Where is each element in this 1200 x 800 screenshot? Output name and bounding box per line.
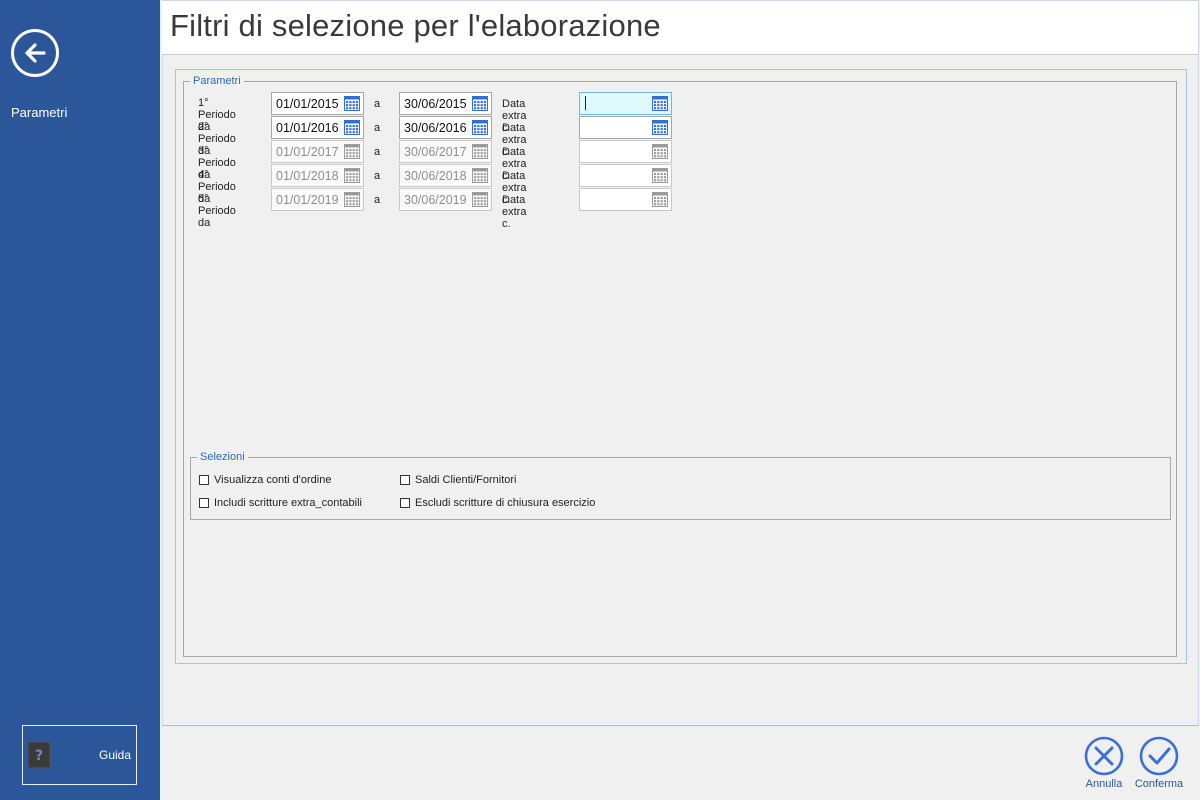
calendar-icon[interactable] [344,192,360,207]
checkbox-label: Saldi Clienti/Fornitori [415,474,517,486]
checkbox-visualizza-conti-ordine[interactable]: Visualizza conti d'ordine [199,474,331,486]
period-separator: a [374,194,381,206]
calendar-icon[interactable] [344,96,360,111]
period-to-input[interactable]: 30/06/2015 [399,92,492,115]
calendar-icon[interactable] [344,144,360,159]
period-from-value: 01/01/2019 [276,193,339,207]
calendar-icon[interactable] [344,120,360,135]
help-book-icon: ? [27,741,51,769]
period-separator: a [374,122,381,134]
calendar-icon[interactable] [472,144,488,159]
period-separator: a [374,98,381,110]
period-to-value: 30/06/2016 [404,121,467,135]
extra-date-label: Data extra c. [502,194,527,230]
checkbox-includi-scritture-extra[interactable]: Includi scritture extra_contabili [199,497,362,509]
extra-date-input[interactable] [579,92,672,115]
period-to-value: 30/06/2015 [404,97,467,111]
checkbox-box[interactable] [400,475,410,485]
period-to-value: 30/06/2019 [404,193,467,207]
calendar-icon[interactable] [652,192,668,207]
extra-date-input[interactable] [579,164,672,187]
extra-date-input[interactable] [579,188,672,211]
selezioni-group: Selezioni [190,451,1171,520]
period-label: 5° Periodo da [198,193,236,229]
period-separator: a [374,146,381,158]
conferma-button[interactable]: Conferma [1134,736,1184,792]
checkbox-box[interactable] [199,475,209,485]
confirm-check-icon [1139,736,1179,776]
calendar-icon[interactable] [472,168,488,183]
calendar-icon[interactable] [472,120,488,135]
period-to-value: 30/06/2018 [404,169,467,183]
period-from-value: 01/01/2018 [276,169,339,183]
period-to-input[interactable]: 30/06/2016 [399,116,492,139]
svg-text:?: ? [35,748,43,764]
period-from-value: 01/01/2016 [276,121,339,135]
back-button[interactable] [11,29,59,77]
period-to-value: 30/06/2017 [404,145,467,159]
period-from-input[interactable]: 01/01/2017 [271,140,364,163]
calendar-icon[interactable] [652,96,668,111]
calendar-icon[interactable] [652,144,668,159]
calendar-icon[interactable] [652,120,668,135]
period-from-input[interactable]: 01/01/2019 [271,188,364,211]
sidebar-item-parametri[interactable]: Parametri [11,105,67,120]
calendar-icon[interactable] [472,96,488,111]
period-separator: a [374,170,381,182]
checkbox-saldi-clienti-fornitori[interactable]: Saldi Clienti/Fornitori [400,474,516,486]
parametri-legend: Parametri [193,75,241,87]
calendar-icon[interactable] [472,192,488,207]
checkbox-label: Includi scritture extra_contabili [214,497,362,509]
title-bar: Filtri di selezione per l'elaborazione [162,0,1199,55]
checkbox-box[interactable] [199,498,209,508]
checkbox-escludi-scritture-chiusura[interactable]: Escludi scritture di chiusura esercizio [400,497,595,509]
calendar-icon[interactable] [344,168,360,183]
checkbox-label: Visualizza conti d'ordine [214,474,332,486]
period-to-input[interactable]: 30/06/2018 [399,164,492,187]
calendar-icon[interactable] [652,168,668,183]
period-from-value: 01/01/2015 [276,97,339,111]
period-to-input[interactable]: 30/06/2017 [399,140,492,163]
period-from-input[interactable]: 01/01/2016 [271,116,364,139]
cancel-icon [1084,736,1124,776]
checkbox-label: Escludi scritture di chiusura esercizio [415,497,596,509]
period-from-input[interactable]: 01/01/2015 [271,92,364,115]
period-from-input[interactable]: 01/01/2018 [271,164,364,187]
annulla-label: Annulla [1085,778,1123,790]
period-to-input[interactable]: 30/06/2019 [399,188,492,211]
page-title: Filtri di selezione per l'elaborazione [170,8,661,43]
sidebar: Parametri ? Guida [0,0,160,800]
period-from-value: 01/01/2017 [276,145,339,159]
extra-date-input[interactable] [579,116,672,139]
arrow-left-icon [25,43,46,63]
text-caret [585,96,586,110]
guida-button[interactable]: ? Guida [22,725,137,785]
guida-label: Guida [99,748,132,762]
annulla-button[interactable]: Annulla [1079,736,1129,792]
conferma-label: Conferma [1134,778,1184,790]
action-bar [160,726,1200,800]
selezioni-legend: Selezioni [200,451,245,463]
extra-date-input[interactable] [579,140,672,163]
checkbox-box[interactable] [400,498,410,508]
